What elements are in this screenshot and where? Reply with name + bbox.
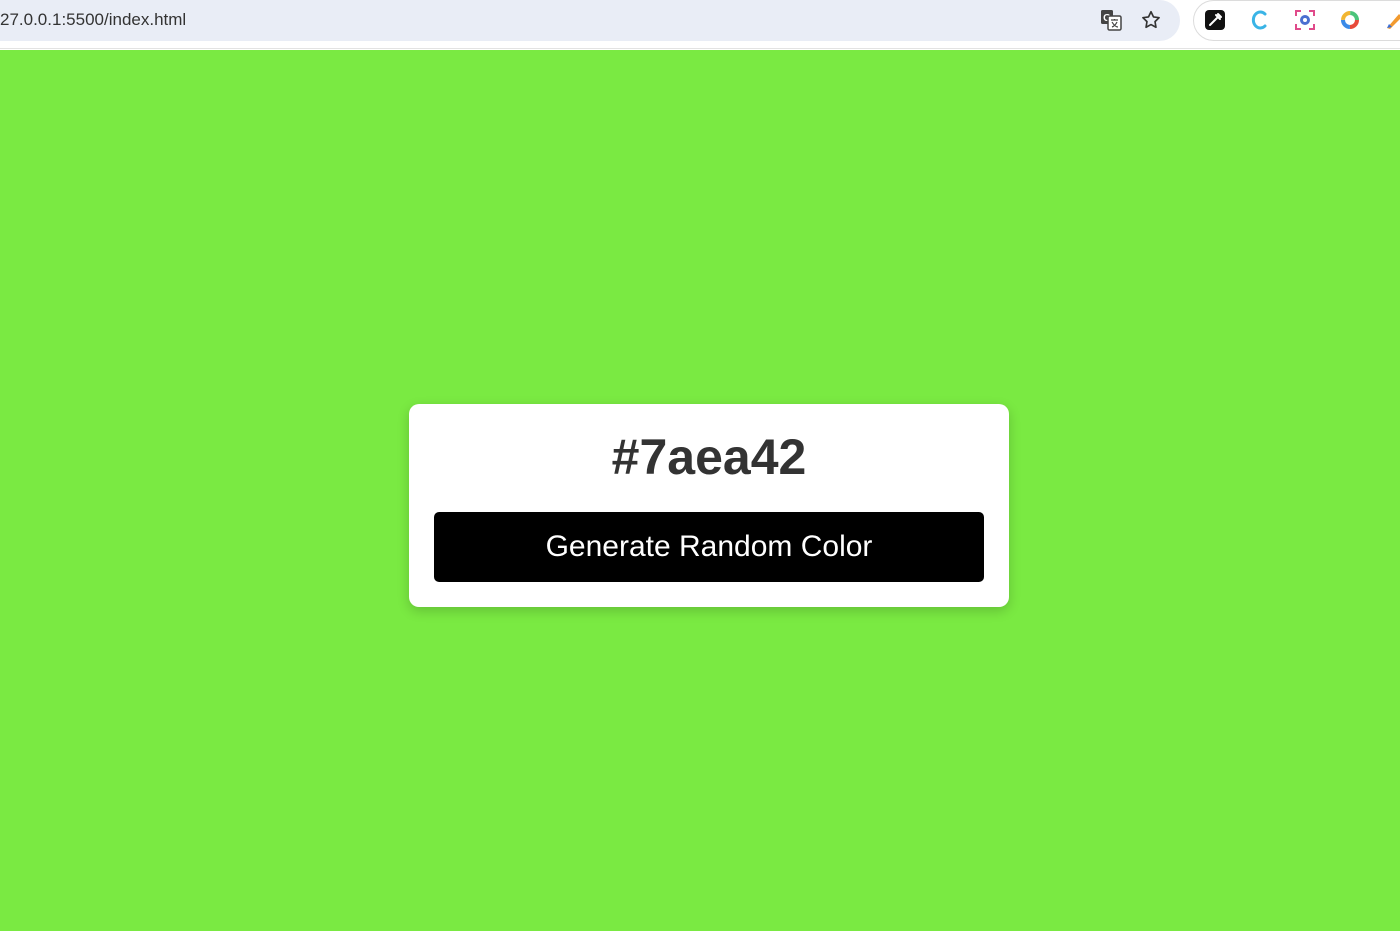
pen-extension-icon[interactable] (1383, 8, 1400, 32)
page-background: #7aea42 Generate Random Color (0, 50, 1400, 931)
eyedropper-extension-icon[interactable] (1203, 8, 1227, 32)
browser-toolbar: 27.0.0.1:5500/index.html G (0, 0, 1400, 49)
generate-random-color-button[interactable]: Generate Random Color (434, 512, 984, 582)
color-card: #7aea42 Generate Random Color (409, 404, 1009, 607)
color-code-text: #7aea42 (611, 429, 807, 485)
c-extension-icon[interactable] (1248, 8, 1272, 32)
color-ring-extension-icon[interactable] (1338, 8, 1362, 32)
address-bar[interactable]: 27.0.0.1:5500/index.html (0, 0, 1180, 41)
screenshot-extension-icon[interactable] (1293, 8, 1317, 32)
star-icon[interactable] (1139, 8, 1163, 32)
url-text[interactable]: 27.0.0.1:5500/index.html (0, 10, 186, 30)
translate-icon[interactable]: G (1099, 8, 1123, 32)
